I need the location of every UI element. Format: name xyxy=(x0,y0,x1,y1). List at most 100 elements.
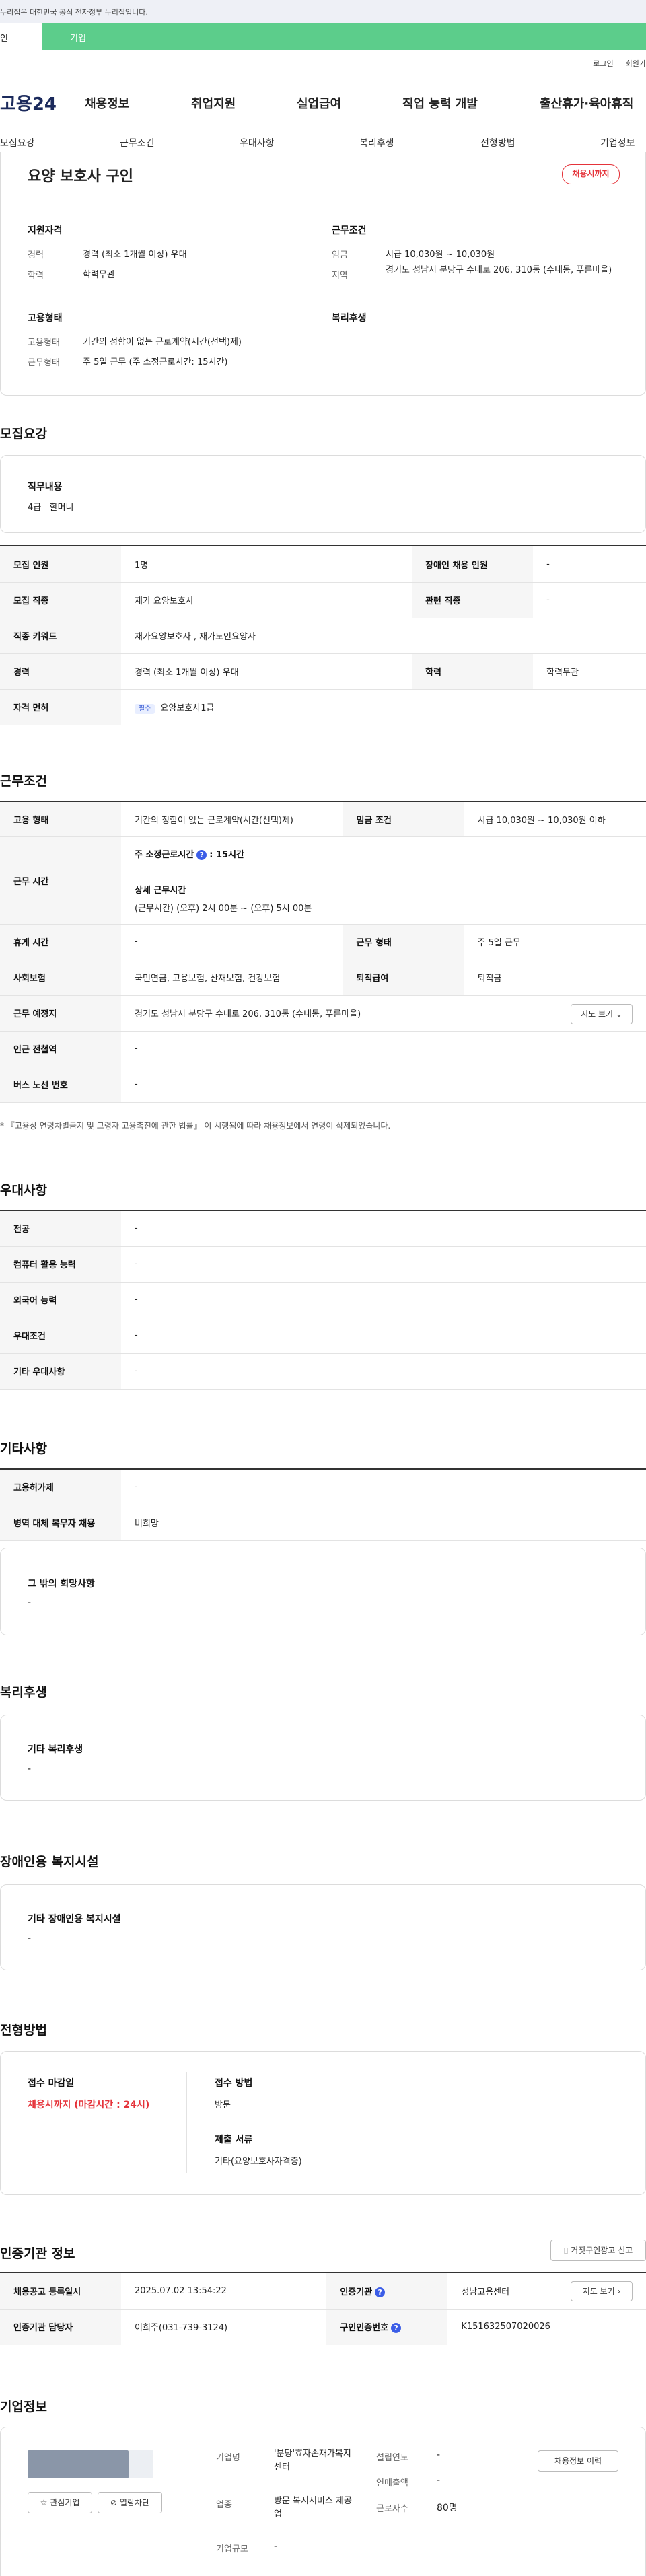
sales-value: - xyxy=(437,2475,441,2486)
pref-value: - xyxy=(121,1211,646,1247)
wish-value: - xyxy=(28,1597,32,1608)
pref-label: 외국어 능력 xyxy=(0,1282,121,1318)
sales-label: 연매출액 xyxy=(376,2478,408,2489)
etc-table: 고용허가제 - 병역 대체 복무자 채용 비희망 xyxy=(0,1468,646,1541)
snb-item-selection[interactable]: 전형방법 xyxy=(480,136,515,149)
docs-value: 기타(요양보호사자격증) xyxy=(215,2157,302,2167)
table-row: 전공 - xyxy=(0,1211,646,1247)
table-row: 직종 키워드 재가요양보호사 , 재가노인요양사 xyxy=(0,618,646,654)
cworktype-value: 주 5일 근무 xyxy=(464,924,646,960)
table-row: 병역 대체 복무자 채용 비희망 xyxy=(0,1505,646,1541)
favorite-button[interactable]: ☆ 관심기업 xyxy=(28,2492,92,2513)
pref-label: 기타 우대사항 xyxy=(0,1353,121,1390)
tab-personal[interactable]: 인 xyxy=(0,23,42,50)
wish-title: 그 밖의 희망사항 xyxy=(28,1579,95,1589)
snb-item-conditions[interactable]: 근무조건 xyxy=(120,136,155,149)
agency-table: 채용공고 등록일시 2025.07.02 13:54:22 인증기관? 성남고용… xyxy=(0,2272,646,2345)
deadline-title: 접수 마감일 xyxy=(28,2078,75,2089)
info-icon[interactable]: ? xyxy=(391,2323,402,2333)
bus-value: - xyxy=(121,1067,646,1103)
map-button-label: 지도 보기 xyxy=(581,1009,614,1019)
edu-label: 학력 xyxy=(28,271,44,281)
welfare-section-title: 복리후생 xyxy=(0,1685,47,1700)
no-label: 구인인증번호? xyxy=(326,2309,448,2345)
gnb-item-benefit[interactable]: 실업급여 xyxy=(297,94,341,112)
job-value: 재가 요양보호사 xyxy=(121,582,412,618)
join-link[interactable]: 회원가 xyxy=(626,58,646,69)
hours-weekly-value: 15시간 xyxy=(215,849,244,860)
industry-label: 업종 xyxy=(216,2500,232,2510)
document-icon: ▯ xyxy=(563,2246,569,2255)
table-row: 우대조건 - xyxy=(0,1318,646,1354)
selection-card: 접수 마감일 채용시까지 (마감시간 : 24시) 접수 방법 방문 제출 서류… xyxy=(0,2051,646,2195)
region-label: 지역 xyxy=(332,271,348,281)
cwage-label: 임금 조건 xyxy=(343,801,464,837)
emptype-label: 고용형태 xyxy=(28,338,60,348)
method-title: 접수 방법 xyxy=(215,2078,253,2089)
welfare-box-value: - xyxy=(28,1764,32,1775)
location-cell: 경기도 성남시 분당구 수내로 206, 310동 (수내동, 푸른마을) 지도… xyxy=(121,995,646,1032)
career-label: 경력 xyxy=(28,250,44,260)
org-label: 인증기관? xyxy=(326,2273,448,2310)
etc-label: 병역 대체 복무자 채용 xyxy=(0,1505,121,1541)
chevron-right-icon: › xyxy=(617,2287,621,2296)
report-button-label: 거짓구인광고 신고 xyxy=(571,2246,633,2255)
region-value: 경기도 성남시 분당구 수내로 206, 310동 (수내동, 푸른마을) xyxy=(386,265,612,275)
gov-banner-text: 누리집은 대한민국 공식 전자정부 누리집입니다. xyxy=(0,8,148,17)
table-row: 채용공고 등록일시 2025.07.02 13:54:22 인증기관? 성남고용… xyxy=(0,2273,646,2310)
size-label: 기업규모 xyxy=(216,2544,248,2554)
info-icon[interactable]: ? xyxy=(375,2287,386,2297)
redu-label: 학력 xyxy=(412,653,534,690)
org-cell: 성남고용센터 지도 보기 › xyxy=(447,2273,646,2310)
snb-item-recruit[interactable]: 모집요강 xyxy=(0,136,35,149)
method-value: 방문 xyxy=(215,2100,231,2110)
deadline-value: 채용시까지 (마감시간 : 24시) xyxy=(28,2100,150,2110)
snb-item-welfare[interactable]: 복리후생 xyxy=(359,136,394,149)
util-links: 로그인 회원가 xyxy=(593,58,646,69)
gnb-item-jobs[interactable]: 채용정보 xyxy=(85,94,129,112)
industry-value: 방문 복지서비스 제공업 xyxy=(274,2496,352,2519)
table-row: 기타 우대사항 - xyxy=(0,1353,646,1390)
gnb-item-support[interactable]: 취업지원 xyxy=(191,94,236,112)
site-logo[interactable]: 고용24 xyxy=(0,90,57,115)
history-button[interactable]: 채용정보 이력 xyxy=(538,2450,618,2472)
location-label: 근무 예정지 xyxy=(0,995,121,1032)
map-button[interactable]: 지도 보기 ⌄ xyxy=(571,1003,633,1024)
table-row: 자격 면허 필수 요양보호사1급 xyxy=(0,689,646,725)
age-note: * 『고용상 연령차별금지 및 고령자 고용촉진에 관한 법률』 이 시행됨에 … xyxy=(0,1121,391,1131)
table-row: 근무 시간 주 소정근로시간?: 15시간 상세 근무시간 (근무시간) (오후… xyxy=(0,836,646,925)
block-button[interactable]: ⊘ 열람차단 xyxy=(98,2492,162,2513)
gnb-item-leave[interactable]: 출산휴가·육아휴직 xyxy=(540,94,633,112)
login-link[interactable]: 로그인 xyxy=(593,58,613,69)
cemptype-value: 기간의 정함이 없는 근로계약(시간(선택)제) xyxy=(121,801,343,837)
info-icon[interactable]: ? xyxy=(196,849,207,860)
gnb-item-training[interactable]: 직업 능력 개발 xyxy=(402,94,478,112)
subway-label: 인근 전철역 xyxy=(0,1031,121,1067)
company-section-title: 기업정보 xyxy=(0,2400,47,2414)
selection-divider xyxy=(186,2072,187,2173)
no-value: K151632507020026 xyxy=(447,2309,646,2345)
cond-heading: 근무조건 xyxy=(332,225,367,236)
reg-label: 채용공고 등록일시 xyxy=(0,2273,121,2310)
pref-value: - xyxy=(121,1318,646,1354)
etc-value: - xyxy=(121,1469,646,1505)
wish-card: 그 밖의 희망사항 - xyxy=(0,1548,646,1635)
snb-item-preference[interactable]: 우대사항 xyxy=(240,136,275,149)
founded-value: - xyxy=(437,2449,441,2460)
tab-company[interactable]: 기업 xyxy=(42,23,646,50)
table-row: 고용허가제 - xyxy=(0,1469,646,1505)
emptype-value: 기간의 정함이 없는 근로계약(시간(선택)제) xyxy=(83,337,242,347)
pref-label: 우대조건 xyxy=(0,1318,121,1354)
location-value: 경기도 성남시 분당구 수내로 206, 310동 (수내동, 푸른마을) xyxy=(135,1009,361,1019)
license-label: 자격 면허 xyxy=(0,689,121,725)
pref-value: - xyxy=(121,1282,646,1318)
wage-value: 시급 10,030원 ~ 10,030원 xyxy=(386,250,495,260)
company-logo-image xyxy=(28,2450,129,2478)
job-title: 요양 보호사 구인 xyxy=(28,168,133,185)
table-row: 사회보험 국민연금, 고용보험, 산재보험, 건강보험 퇴직급여 퇴직금 xyxy=(0,960,646,996)
snb-item-company[interactable]: 기업정보 xyxy=(600,136,635,149)
report-button[interactable]: ▯ 거짓구인광고 신고 xyxy=(550,2240,646,2261)
facility-box-title: 기타 장애인용 복지시설 xyxy=(28,1914,121,1925)
agency-map-button[interactable]: 지도 보기 › xyxy=(571,2281,633,2301)
related-label: 관련 직종 xyxy=(412,582,534,618)
